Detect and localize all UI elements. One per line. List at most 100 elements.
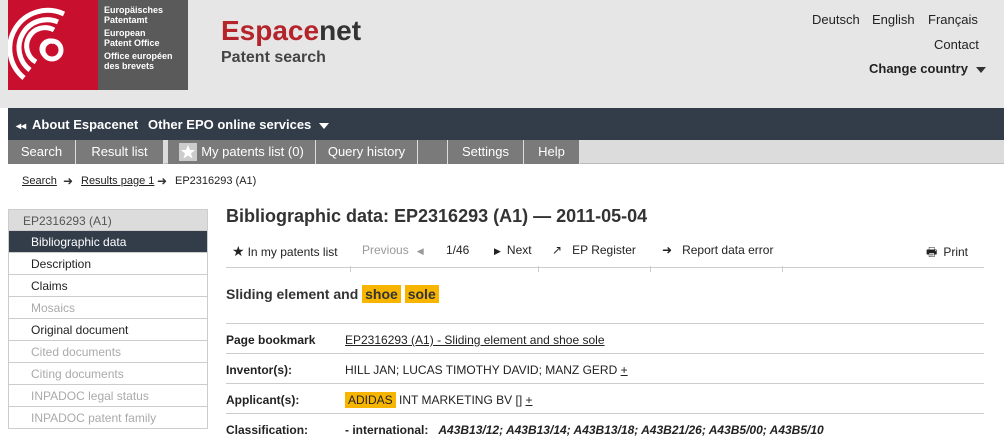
org-name-en-1: European bbox=[104, 28, 146, 38]
change-country-dropdown[interactable]: Change country bbox=[869, 61, 986, 76]
report-data-error-link[interactable]: ➜ Report data error bbox=[662, 243, 773, 257]
triangle-right-icon: ▶ bbox=[494, 246, 501, 256]
highlight-term: shoe bbox=[362, 285, 401, 303]
row-page-bookmark: Page bookmark EP2316293 (A1) - Sliding e… bbox=[226, 323, 984, 353]
applicants-expand-button[interactable]: + bbox=[526, 393, 533, 407]
pager-text: 1/46 bbox=[446, 243, 470, 257]
lang-deutsch[interactable]: Deutsch bbox=[812, 12, 860, 27]
other-services-dropdown[interactable]: Other EPO online services bbox=[148, 117, 330, 132]
brand-espace: Espace bbox=[221, 15, 320, 46]
arrow-right-icon: ➜ bbox=[63, 174, 74, 188]
classification-international-label: - international: bbox=[345, 423, 429, 437]
triangle-left-icon: ◀ bbox=[416, 246, 424, 256]
tab-spacer bbox=[418, 140, 448, 164]
sidebar-item-cited-documents: Cited documents bbox=[8, 341, 208, 363]
row-classification: Classification: - international: A43B13/… bbox=[226, 413, 984, 443]
ep-register-link[interactable]: ↗ EP Register bbox=[552, 243, 636, 257]
previous-button[interactable]: Previous ◀ bbox=[362, 243, 424, 257]
row-applicants: Applicant(s): ADIDAS INT MARKETING BV []… bbox=[226, 383, 984, 413]
next-label: Next bbox=[506, 243, 532, 257]
sidebar-item-original-document[interactable]: Original document bbox=[8, 319, 208, 341]
tab-my-patents[interactable]: My patents list (0) bbox=[168, 140, 316, 164]
breadcrumb-results[interactable]: Results page 1 bbox=[81, 175, 154, 187]
about-espacenet-link[interactable]: ◂◂ About Espacenet bbox=[16, 117, 138, 132]
report-data-error-label: Report data error bbox=[682, 243, 774, 257]
sidebar-item-mosaics: Mosaics bbox=[8, 297, 208, 319]
divider bbox=[538, 266, 539, 272]
brand-subtitle: Patent search bbox=[221, 49, 326, 66]
org-name-de-1: Europäisches bbox=[104, 5, 164, 15]
divider bbox=[650, 266, 651, 272]
breadcrumb-search[interactable]: Search bbox=[22, 175, 57, 187]
sidebar-item-claims[interactable]: Claims bbox=[8, 275, 208, 297]
print-label: Print bbox=[943, 245, 969, 259]
label-applicants: Applicant(s): bbox=[226, 393, 300, 407]
epo-logo-icon bbox=[8, 7, 66, 80]
epo-logo[interactable] bbox=[8, 0, 98, 90]
tab-result-list[interactable]: Result list bbox=[76, 140, 164, 164]
label-page-bookmark: Page bookmark bbox=[226, 333, 316, 347]
applicants-text: INT MARKETING BV [] bbox=[395, 393, 523, 407]
breadcrumb-current: EP2316293 (A1) bbox=[175, 175, 257, 187]
tab-help[interactable]: Help bbox=[524, 140, 580, 164]
chevron-down-icon bbox=[319, 122, 330, 129]
top-nav: ◂◂ About Espacenet Other EPO online servi… bbox=[8, 108, 1004, 140]
brand-title[interactable]: Espacenet bbox=[221, 15, 361, 47]
arrow-right-icon: ➜ bbox=[157, 174, 168, 188]
other-services-label: Other EPO online services bbox=[148, 117, 312, 132]
inventors-value: HILL JAN; LUCAS TIMOTHY DAVID; MANZ GERD… bbox=[345, 363, 628, 377]
divider bbox=[350, 266, 351, 272]
lang-english[interactable]: English bbox=[872, 12, 915, 27]
main-tabs: Search Result list My patents list (0) Q… bbox=[8, 140, 1004, 164]
star-icon bbox=[179, 142, 198, 161]
sidebar-title: EP2316293 (A1) bbox=[8, 209, 208, 231]
org-name-de-2: Patentamt bbox=[104, 15, 148, 25]
change-country-label: Change country bbox=[869, 61, 968, 76]
sidebar-item-description[interactable]: Description bbox=[8, 253, 208, 275]
label-inventors: Inventor(s): bbox=[226, 363, 292, 377]
tab-query-history[interactable]: Query history bbox=[316, 140, 418, 164]
tab-settings[interactable]: Settings bbox=[448, 140, 524, 164]
inventors-expand-button[interactable]: + bbox=[621, 363, 628, 377]
arrow-right-icon: ➜ bbox=[662, 243, 673, 257]
previous-label: Previous bbox=[362, 243, 409, 257]
sidebar: EP2316293 (A1) Bibliographic data Descri… bbox=[8, 209, 208, 429]
printer-icon: 🖶 bbox=[926, 245, 938, 259]
lang-francais[interactable]: Français bbox=[928, 12, 978, 27]
sidebar-item-inpadoc-patent-family: INPADOC patent family bbox=[8, 407, 208, 429]
contact-link[interactable]: Contact bbox=[934, 37, 979, 52]
action-bar: ★ In my patents list Previous ◀ 1/46 ▶ Next… bbox=[226, 236, 984, 272]
page-bookmark-link[interactable]: EP2316293 (A1) - Sliding element and sho… bbox=[345, 333, 605, 347]
in-my-patents-label: In my patents list bbox=[247, 245, 338, 259]
chevron-down-icon bbox=[975, 66, 986, 73]
about-espacenet-label: About Espacenet bbox=[32, 117, 139, 132]
epo-org-names: Europäisches Patentamt European Patent Off… bbox=[98, 0, 188, 90]
header: Europäisches Patentamt European Patent Off… bbox=[0, 0, 1004, 108]
page-title: Bibliographic data: EP2316293 (A1) — 201… bbox=[226, 206, 648, 226]
classification-value: - international: A43B13/12; A43B13/14; A… bbox=[345, 423, 824, 437]
in-my-patents-button[interactable]: ★ In my patents list bbox=[232, 243, 338, 260]
org-name-fr-2: des brevets bbox=[104, 61, 155, 71]
ep-register-label: EP Register bbox=[572, 243, 636, 257]
document-title: Sliding element and shoe sole bbox=[226, 285, 439, 303]
classification-codes[interactable]: A43B13/12; A43B13/14; A43B13/18; A43B21/… bbox=[438, 423, 823, 437]
document-title-text: Sliding element and bbox=[226, 286, 363, 302]
star-icon: ★ bbox=[232, 243, 245, 259]
applicants-value: ADIDAS INT MARKETING BV [] + bbox=[345, 392, 533, 408]
sidebar-item-bibliographic-data[interactable]: Bibliographic data bbox=[8, 231, 208, 253]
inventors-text: HILL JAN; LUCAS TIMOTHY DAVID; MANZ GERD bbox=[345, 363, 618, 377]
sidebar-item-citing-documents: Citing documents bbox=[8, 363, 208, 385]
highlight-term: ADIDAS bbox=[345, 392, 396, 408]
tab-my-patents-label: My patents list (0) bbox=[201, 144, 304, 159]
double-chevron-left-icon: ◂◂ bbox=[16, 121, 27, 132]
highlight-term: sole bbox=[404, 285, 439, 303]
divider bbox=[782, 266, 783, 272]
label-classification: Classification: bbox=[226, 423, 309, 437]
row-inventors: Inventor(s): HILL JAN; LUCAS TIMOTHY DAV… bbox=[226, 353, 984, 383]
sidebar-item-inpadoc-legal-status: INPADOC legal status bbox=[8, 385, 208, 407]
brand-net: net bbox=[319, 15, 362, 46]
tab-search[interactable]: Search bbox=[8, 140, 76, 164]
external-link-icon: ↗ bbox=[552, 243, 563, 257]
print-button[interactable]: 🖶 Print bbox=[926, 243, 968, 264]
next-button[interactable]: ▶ Next bbox=[494, 243, 532, 257]
